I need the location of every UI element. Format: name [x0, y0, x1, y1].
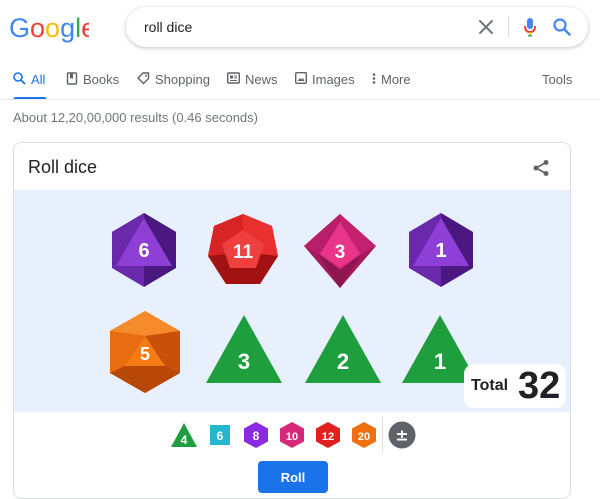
image-icon [295, 72, 307, 84]
tag-icon [137, 72, 150, 85]
die-d8[interactable]: 6 [109, 210, 179, 290]
die-value: 6 [138, 240, 149, 262]
tab-books[interactable]: Books [66, 64, 119, 100]
tab-label: Books [83, 72, 120, 87]
die-value: 1 [434, 349, 446, 374]
more-vert-icon [372, 73, 376, 84]
book-icon [66, 72, 78, 85]
tabs-divider [0, 99, 600, 100]
search-divider [508, 16, 509, 38]
add-d4-button[interactable]: 4 [169, 420, 199, 450]
die-value: 2 [337, 349, 349, 374]
die-choice-label: 10 [286, 431, 298, 443]
tab-label: Images [312, 72, 355, 87]
die-d4[interactable]: 3 [204, 313, 284, 385]
tab-images[interactable]: Images [295, 64, 355, 100]
search-box [126, 7, 588, 47]
card-title: Roll dice [28, 157, 98, 177]
selector-divider [382, 417, 383, 453]
die-value: 3 [238, 349, 250, 374]
add-d12-button[interactable]: 12 [313, 420, 343, 450]
tab-label: News [245, 72, 278, 87]
die-value: 5 [140, 344, 150, 364]
search-input[interactable] [144, 7, 444, 47]
die-d4[interactable]: 2 [303, 313, 383, 385]
google-logo[interactable]: Google [9, 12, 89, 44]
add-d10-button[interactable]: 10 [277, 420, 307, 450]
tab-shopping[interactable]: Shopping [137, 64, 210, 100]
voice-search-button[interactable] [514, 7, 546, 47]
dice-roller-card: Roll dice 6 11 3 1 5 3 2 1 Total 32 4 6 … [13, 142, 571, 499]
clear-button[interactable] [470, 7, 502, 47]
tab-label: More [381, 72, 411, 87]
modifier-button[interactable]: ± [387, 420, 417, 450]
die-choice-label: 4 [181, 433, 188, 447]
news-icon [227, 72, 240, 84]
die-value: 11 [233, 242, 254, 263]
share-button[interactable] [526, 153, 556, 183]
die-value: 1 [435, 240, 446, 262]
tab-news[interactable]: News [227, 64, 278, 100]
search-icon [553, 18, 571, 36]
add-d20-button[interactable]: 20 [349, 420, 379, 450]
dice-display: 6 11 3 1 5 3 2 1 Total 32 [14, 190, 570, 412]
tab-more[interactable]: More [372, 64, 411, 100]
result-stats: About 12,20,00,000 results (0.46 seconds… [13, 110, 258, 125]
tools-label: Tools [542, 72, 573, 87]
roll-button[interactable]: Roll [258, 461, 328, 493]
tab-label: All [31, 72, 46, 87]
search-tabs: All Books Shopping News Images More Tool… [0, 64, 600, 100]
total-label: Total [471, 377, 509, 394]
die-choice-label: 12 [322, 431, 334, 443]
close-icon [479, 20, 493, 34]
die-d8[interactable]: 1 [406, 210, 476, 290]
die-d12[interactable]: 11 [206, 212, 280, 290]
die-d10[interactable]: 3 [302, 212, 378, 290]
add-d8-button[interactable]: 8 [241, 420, 271, 450]
share-icon [533, 160, 549, 176]
total-display: Total 32 [464, 364, 566, 408]
tab-all[interactable]: All [13, 64, 48, 100]
die-choice-label: 8 [253, 429, 260, 443]
search-button[interactable] [546, 7, 578, 47]
mic-icon [524, 18, 536, 37]
svg-text:Google: Google [9, 13, 89, 43]
die-choice-label: 20 [358, 431, 370, 443]
die-choice-label: ± [395, 426, 408, 445]
add-d6-button[interactable]: 6 [205, 420, 235, 450]
total-value: 32 [518, 364, 561, 407]
search-icon [13, 72, 26, 85]
tools-button[interactable]: Tools [542, 64, 572, 100]
tab-label: Shopping [155, 72, 210, 87]
die-d20[interactable]: 5 [107, 310, 183, 394]
die-value: 3 [335, 242, 346, 263]
die-choice-label: 6 [217, 429, 224, 443]
die-type-selector: 4 6 8 10 12 20 ± [14, 417, 570, 453]
